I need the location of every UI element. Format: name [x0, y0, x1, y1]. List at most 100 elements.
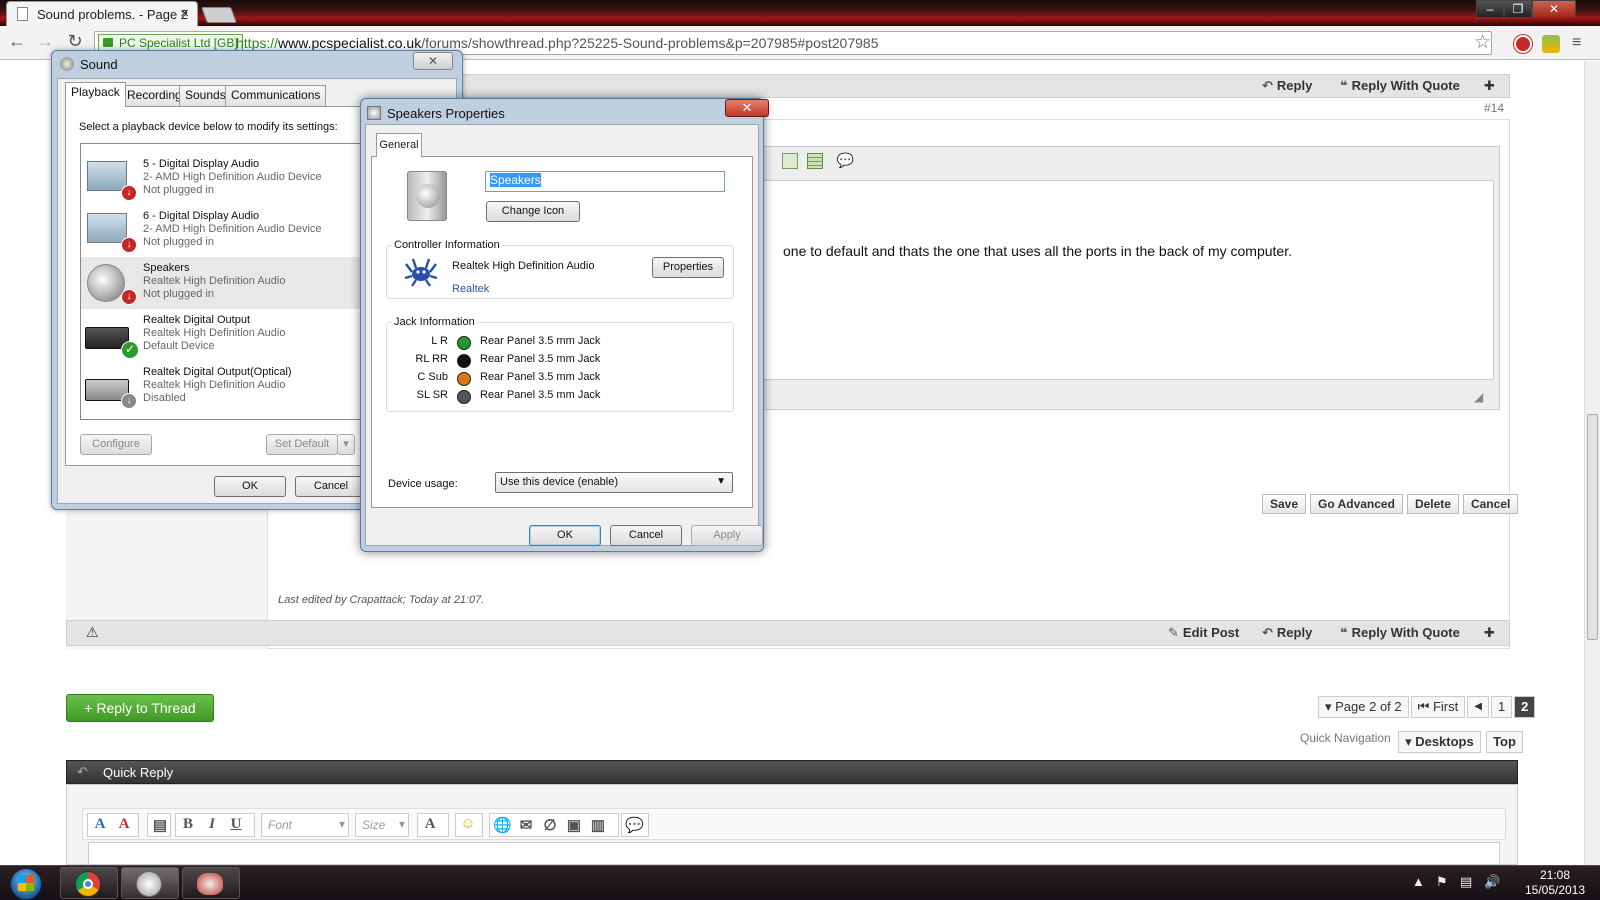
go-advanced-button[interactable]: Go Advanced — [1310, 494, 1403, 514]
device-name-input[interactable]: Speakers — [485, 171, 725, 192]
italic-icon[interactable]: I — [203, 816, 221, 834]
link-icon[interactable]: 🌐 — [493, 816, 512, 834]
chrome-icon — [75, 871, 101, 897]
taskbar-app-button[interactable] — [182, 867, 240, 899]
first-page-link[interactable]: ⏮ First — [1410, 696, 1466, 718]
top-link[interactable]: Top — [1486, 731, 1523, 753]
reply-with-quote-link[interactable]: ❝ Reply With Quote — [1340, 78, 1460, 94]
action-center-flag-icon[interactable]: ⚑ — [1436, 874, 1448, 890]
not-plugged-in-badge-icon: ↓ — [121, 289, 137, 305]
bold-icon[interactable]: B — [179, 816, 197, 834]
jack-row: L R Rear Panel 3.5 mm Jack — [386, 335, 726, 353]
collapse-icon[interactable]: ↶ — [77, 764, 88, 780]
speaker-icon — [367, 106, 381, 120]
device-usage-label: Device usage: — [388, 478, 458, 490]
cancel-button[interactable]: Cancel — [1462, 494, 1519, 514]
quote-icon[interactable]: 💬 — [837, 152, 854, 169]
network-icon[interactable]: ▤ — [1460, 874, 1472, 890]
set-default-dropdown[interactable]: ▾ — [337, 434, 355, 455]
video-icon[interactable] — [807, 152, 824, 169]
font-color-icon[interactable]: A — [115, 816, 133, 834]
device-usage-select[interactable]: Use this device (enable) ▼ — [495, 472, 733, 493]
video-icon[interactable]: ▥ — [589, 816, 607, 834]
chevron-down-icon: ▼ — [716, 476, 726, 487]
image-icon[interactable] — [782, 152, 798, 169]
email-icon[interactable]: ✉ — [517, 816, 535, 834]
prev-page-link[interactable]: ◀ — [1467, 696, 1489, 718]
tab-general[interactable]: General — [376, 133, 422, 157]
reply-with-quote-link[interactable]: ❝ Reply With Quote — [1340, 625, 1460, 641]
controller-vendor-link[interactable]: Realtek — [452, 283, 489, 295]
extension-icon[interactable] — [1514, 35, 1532, 53]
new-tab-button[interactable] — [201, 7, 237, 23]
page-link[interactable]: 1 — [1490, 696, 1513, 718]
resize-handle-icon[interactable]: ◢ — [1474, 390, 1483, 404]
pagination: ▾ Page 2 of 2 ⏮ First ◀ 1 2 — [1316, 696, 1536, 718]
multi-quote-icon[interactable]: ✚ — [1484, 625, 1495, 641]
page-link-current[interactable]: 2 — [1514, 696, 1536, 718]
minimize-button[interactable]: ‒ — [1476, 0, 1504, 18]
not-plugged-in-badge-icon: ↓ — [121, 237, 137, 253]
bookmark-star-icon[interactable]: ☆ — [1474, 31, 1491, 54]
browser-tab[interactable]: Sound problems. - Page 2 × — [6, 1, 198, 26]
restore-button[interactable]: ❐ — [1504, 0, 1532, 18]
quote-icon[interactable]: 💬 — [625, 816, 644, 834]
size-select[interactable]: Size ▾ — [355, 813, 409, 837]
save-button[interactable]: Save — [1262, 494, 1307, 514]
window-close-button[interactable]: ✕ — [1532, 0, 1576, 18]
edit-post-link[interactable]: ✎ Edit Post — [1168, 625, 1239, 641]
taskbar-chrome-button[interactable] — [60, 867, 118, 899]
extension-icon[interactable] — [1542, 35, 1560, 53]
menu-icon[interactable]: ≡ — [1572, 34, 1581, 52]
report-icon[interactable]: ⚠ — [86, 624, 99, 641]
underline-icon[interactable]: U — [227, 816, 245, 834]
tab-sounds[interactable]: Sounds — [179, 85, 232, 106]
multi-quote-icon[interactable]: ✚ — [1484, 78, 1495, 94]
smiley-icon[interactable]: ☺ — [459, 816, 477, 834]
monitor-icon: ↓ — [85, 211, 137, 253]
paste-icon[interactable]: ▤ — [151, 816, 169, 834]
set-default-button[interactable]: Set Default — [266, 434, 338, 455]
taskbar-sound-button[interactable] — [121, 867, 179, 899]
reload-icon[interactable]: ↻ — [64, 30, 86, 52]
volume-icon[interactable]: 🔊 — [1484, 874, 1500, 890]
quick-reply-header[interactable]: ↶ Quick Reply — [66, 760, 1518, 784]
image-icon[interactable]: ▣ — [565, 816, 583, 834]
apply-button[interactable]: Apply — [691, 525, 763, 546]
scrollbar-thumb[interactable] — [1587, 414, 1598, 640]
quick-nav-dropdown[interactable]: ▾ Desktops — [1398, 731, 1481, 753]
back-icon[interactable]: ← — [6, 30, 28, 52]
jack-row: C Sub Rear Panel 3.5 mm Jack — [386, 371, 726, 389]
start-button[interactable] — [4, 866, 50, 900]
ok-button[interactable]: OK — [214, 476, 286, 497]
speaker-icon — [136, 871, 162, 897]
taskbar-clock[interactable]: 21:08 15/05/2013 — [1520, 868, 1590, 898]
reply-link[interactable]: ↶ Reply — [1262, 78, 1312, 94]
ok-button[interactable]: OK — [529, 525, 601, 546]
tab-playback[interactable]: Playback — [65, 82, 126, 107]
remove-format-icon[interactable]: A — [91, 816, 109, 834]
forward-icon[interactable]: → — [34, 30, 56, 52]
text-color-icon[interactable]: A — [421, 816, 439, 834]
cancel-button[interactable]: Cancel — [610, 525, 682, 546]
sound-close-button[interactable]: ✕ — [413, 52, 453, 70]
tab-close-icon[interactable]: × — [180, 5, 189, 22]
reply-to-thread-button[interactable]: + Reply to Thread — [66, 694, 214, 722]
reply-link[interactable]: ↶ Reply — [1262, 625, 1312, 641]
tab-recording[interactable]: Recording — [121, 85, 188, 106]
page-jump-dropdown[interactable]: ▾ Page 2 of 2 — [1318, 696, 1409, 718]
tab-communications[interactable]: Communications — [225, 85, 327, 106]
not-plugged-in-badge-icon: ↓ — [121, 185, 137, 201]
change-icon-button[interactable]: Change Icon — [486, 201, 580, 222]
props-close-button[interactable]: ✕ — [725, 99, 769, 117]
quick-reply-textarea[interactable] — [88, 842, 1500, 865]
quick-navigation: Quick Navigation ▾ Desktops Top — [1300, 731, 1523, 753]
delete-button[interactable]: Delete — [1406, 494, 1459, 514]
properties-button[interactable]: Properties — [652, 257, 724, 278]
cancel-button[interactable]: Cancel — [295, 476, 367, 497]
unlink-icon[interactable]: ∅ — [541, 816, 559, 834]
post-number[interactable]: #14 — [1484, 101, 1504, 115]
font-select[interactable]: Font ▾ — [261, 813, 349, 837]
show-hidden-icons[interactable]: ▲ — [1412, 874, 1425, 889]
configure-button[interactable]: Configure — [80, 434, 152, 455]
